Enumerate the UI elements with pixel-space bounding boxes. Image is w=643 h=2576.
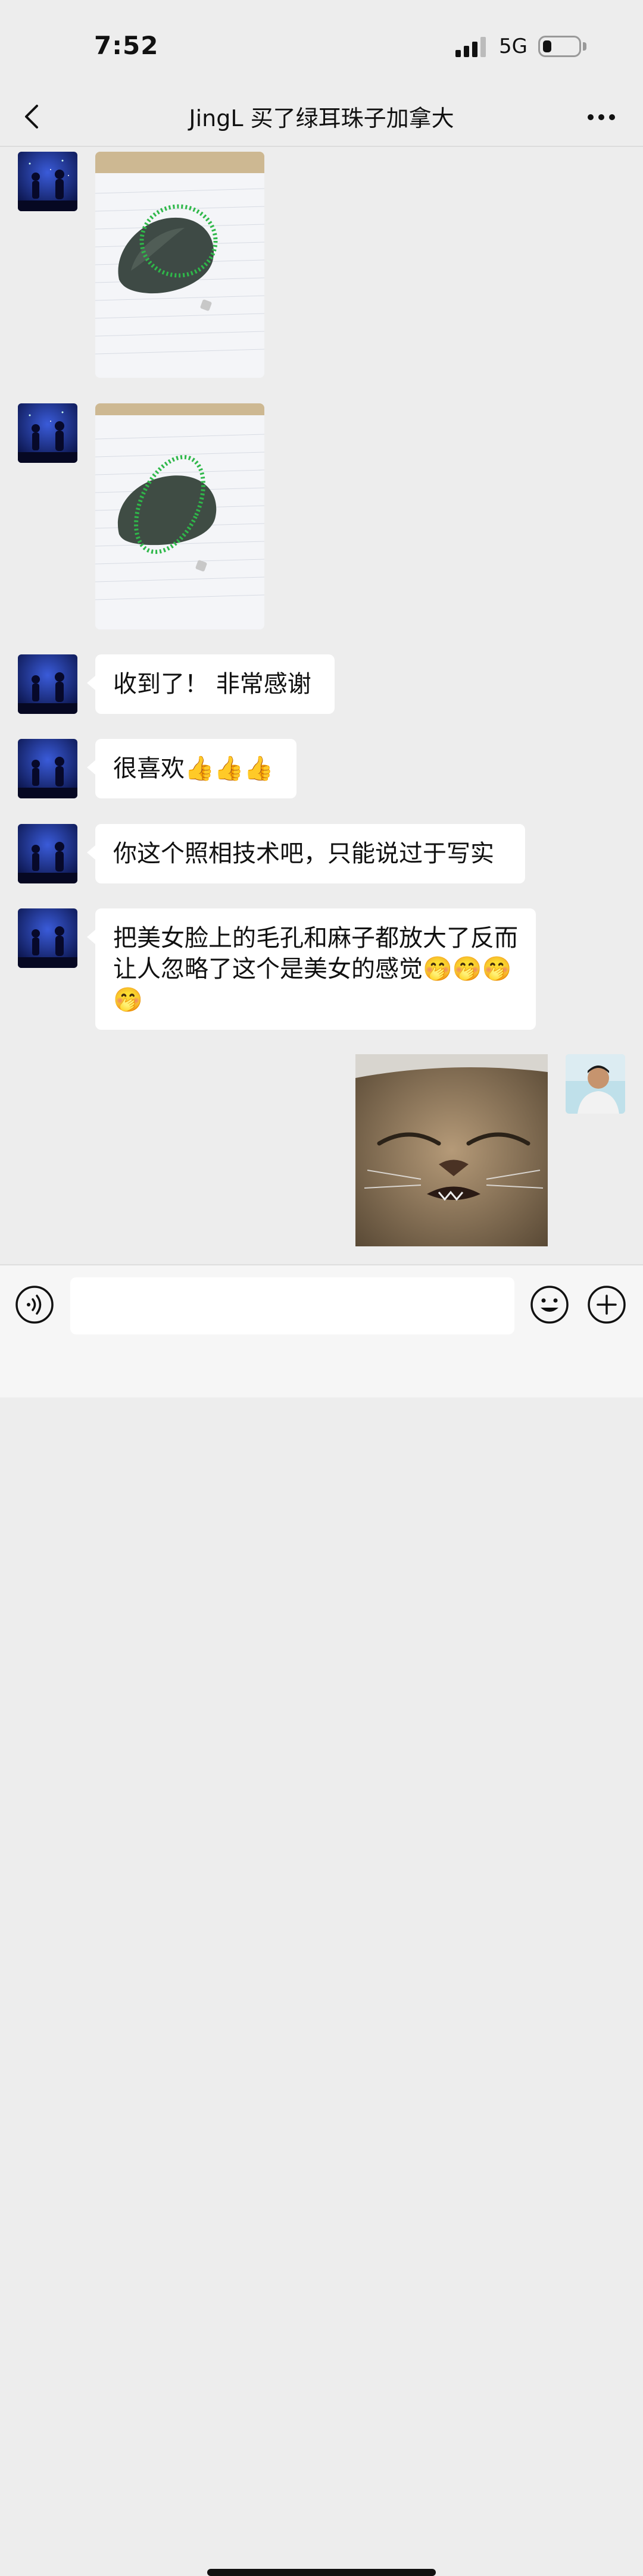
user-photo-avatar-image [566, 1054, 625, 1114]
contact-avatar[interactable] [18, 152, 77, 211]
battery-icon [538, 36, 581, 57]
message-bubble[interactable]: 很喜欢👍👍👍 [87, 739, 296, 798]
silhouette-avatar-image [18, 654, 77, 714]
silhouette-avatar-image [18, 403, 77, 463]
contact-avatar[interactable] [18, 908, 77, 968]
status-bar: 7:52 5G [0, 0, 643, 89]
message-text: 收到了！ 非常感谢 [113, 670, 311, 698]
message-text: 把美女脸上的毛孔和麻子都放大了反而让人忽略了这个是美女的感觉🤭🤭🤭🤭 [113, 925, 518, 1014]
message-image[interactable] [95, 403, 264, 629]
plus-icon[interactable] [587, 1285, 626, 1324]
voice-input-icon[interactable] [15, 1285, 54, 1324]
bracelet-photo-image [95, 403, 264, 629]
cat-sticker[interactable] [355, 1054, 548, 1246]
chat-header: JingL 买了绿耳珠子加拿大 [0, 89, 643, 146]
message-bubble[interactable]: 收到了！ 非常感谢 [87, 654, 335, 714]
more-options-icon[interactable] [586, 113, 616, 121]
silhouette-avatar-image [18, 152, 77, 211]
status-time: 7:52 [94, 31, 159, 60]
contact-avatar[interactable] [18, 403, 77, 463]
header-divider [0, 146, 643, 147]
input-bar [0, 1264, 643, 2576]
contact-avatar[interactable] [18, 739, 77, 798]
message-bubble[interactable]: 你这个照相技术吧，只能说过于写实 [87, 824, 525, 883]
message-text: 你这个照相技术吧，只能说过于写实 [113, 840, 494, 867]
battery-cap [583, 42, 586, 51]
silhouette-avatar-image [18, 824, 77, 883]
contact-avatar[interactable] [18, 824, 77, 883]
message-image[interactable] [95, 152, 264, 378]
message-bubble[interactable]: 把美女脸上的毛孔和麻子都放大了反而让人忽略了这个是美女的感觉🤭🤭🤭🤭 [87, 908, 536, 1030]
silhouette-avatar-image [18, 739, 77, 798]
chat-title: JingL 买了绿耳珠子加拿大 [189, 105, 454, 131]
squinting-cat-image [355, 1054, 548, 1246]
message-text: 很喜欢👍👍👍 [113, 755, 274, 782]
network-label: 5G [499, 35, 527, 58]
contact-avatar[interactable] [18, 654, 77, 714]
home-indicator[interactable] [207, 2569, 436, 2576]
signal-icon [455, 37, 486, 57]
message-input[interactable] [70, 1277, 514, 1334]
bracelet-photo-image [95, 152, 264, 378]
self-avatar[interactable] [566, 1054, 625, 1114]
silhouette-avatar-image [18, 908, 77, 968]
emoji-icon[interactable] [530, 1285, 569, 1324]
